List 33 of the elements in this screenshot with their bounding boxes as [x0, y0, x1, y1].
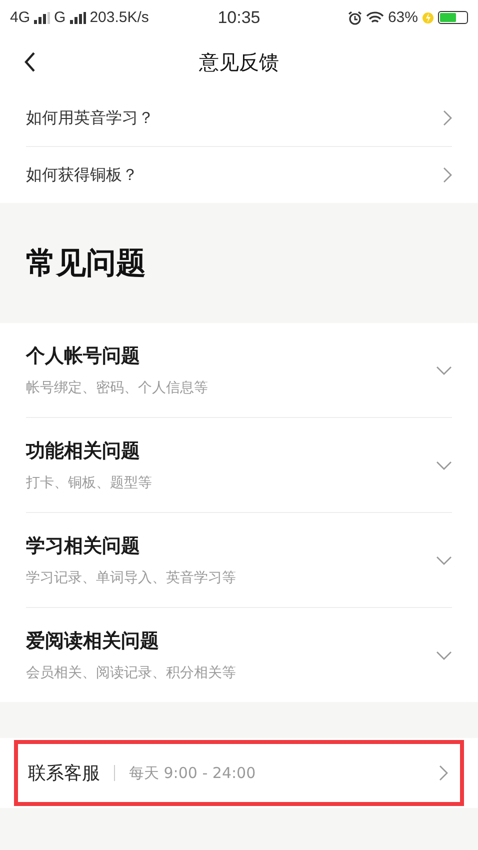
- chevron-right-icon: [439, 765, 448, 781]
- chevron-right-icon: [443, 167, 452, 183]
- faq-category-item[interactable]: 学习相关问题 学习记录、单词导入、英音学习等: [26, 513, 452, 608]
- faq-category-item[interactable]: 功能相关问题 打卡、铜板、题型等: [26, 418, 452, 513]
- category-title: 个人帐号问题: [26, 344, 141, 369]
- category-description: 会员相关、阅读记录、积分相关等: [26, 664, 236, 682]
- network-speed: 203.5K/s: [90, 9, 149, 26]
- contact-label: 联系客服: [28, 762, 100, 785]
- alarm-icon: [348, 10, 362, 24]
- contact-support-item[interactable]: 联系客服 每天 9:00 - 24:00: [14, 740, 464, 806]
- help-link-item[interactable]: 如何获得铜板？: [26, 147, 452, 203]
- signal-icon: [70, 12, 86, 24]
- service-hours: 每天 9:00 - 24:00: [129, 764, 256, 782]
- clock-time: 10:35: [216, 8, 262, 28]
- help-link-item[interactable]: 如何用英音学习？: [26, 90, 452, 147]
- category-description: 打卡、铜板、题型等: [26, 474, 152, 492]
- battery-percent: 63%: [388, 9, 418, 26]
- carrier-label: 4G: [10, 9, 30, 26]
- category-title: 功能相关问题: [26, 439, 141, 464]
- faq-category-item[interactable]: 爱阅读相关问题 会员相关、阅读记录、积分相关等: [26, 608, 452, 702]
- page-title: 意见反馈: [199, 49, 279, 76]
- signal-icon: [34, 12, 50, 24]
- section-heading: 常见问题: [25, 244, 147, 282]
- category-description: 学习记录、单词导入、英音学习等: [26, 569, 236, 587]
- chevron-right-icon: [443, 110, 452, 126]
- battery-icon: [438, 11, 468, 24]
- back-icon[interactable]: [24, 52, 36, 72]
- category-description: 帐号绑定、密码、个人信息等: [26, 379, 208, 397]
- category-title: 爱阅读相关问题: [26, 629, 160, 654]
- wifi-icon: [366, 10, 384, 24]
- category-title: 学习相关问题: [26, 534, 141, 559]
- carrier-label: G: [54, 9, 66, 26]
- faq-category-item[interactable]: 个人帐号问题 帐号绑定、密码、个人信息等: [26, 323, 452, 418]
